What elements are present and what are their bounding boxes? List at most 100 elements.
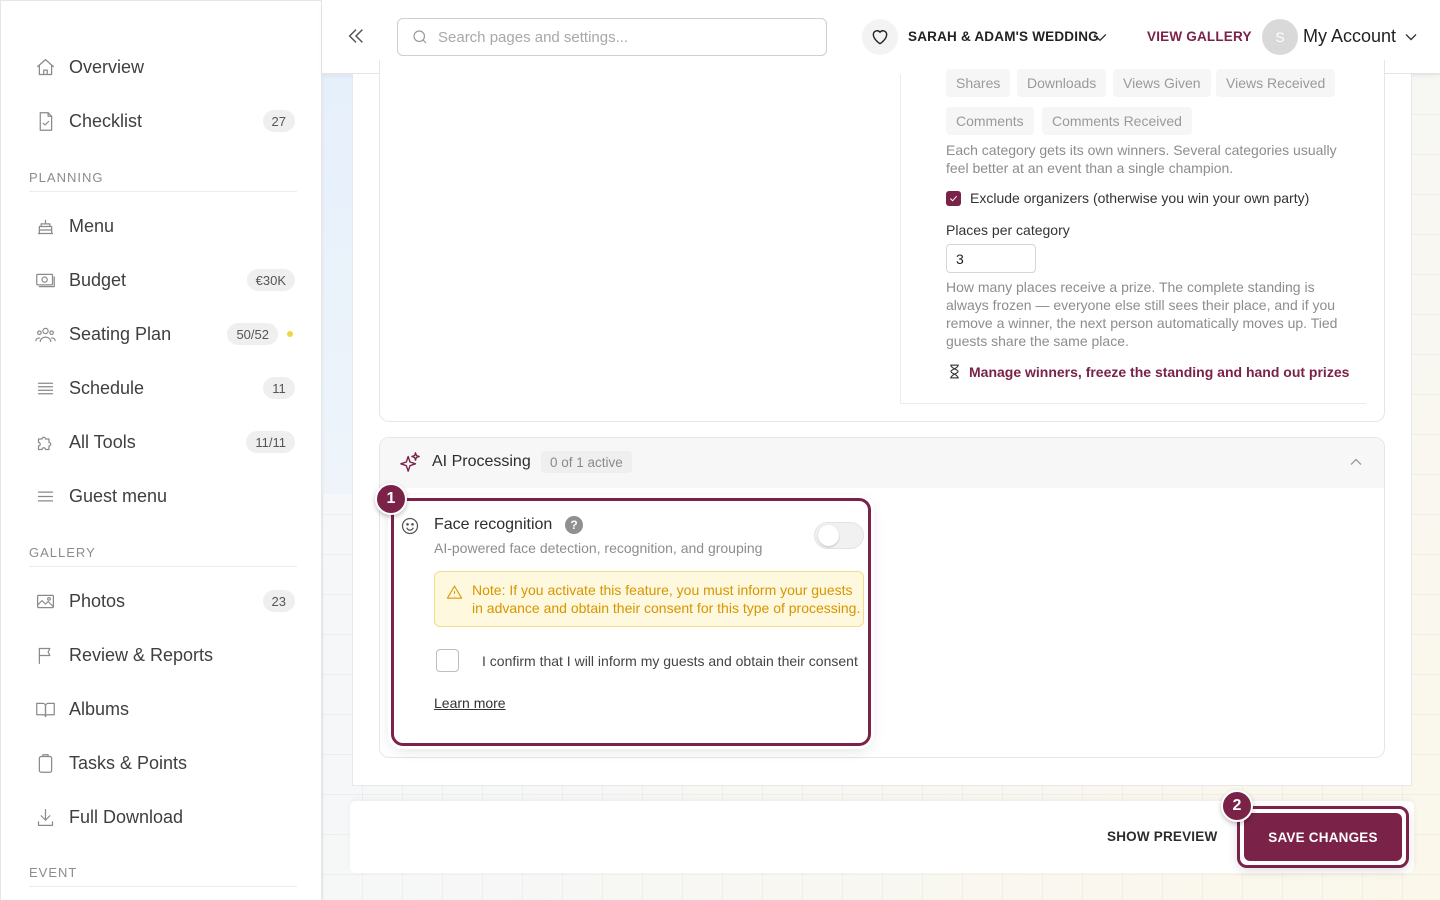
search-box[interactable] bbox=[397, 18, 827, 56]
view-gallery-link[interactable]: VIEW GALLERY bbox=[1147, 29, 1252, 44]
collapse-sidebar-button[interactable] bbox=[344, 24, 368, 48]
count-badge: 23 bbox=[262, 590, 295, 612]
warning-text: Note: If you activate this feature, you … bbox=[472, 582, 861, 616]
search-input[interactable] bbox=[438, 28, 818, 46]
category-chip[interactable]: Shares bbox=[946, 69, 1011, 97]
checklist-icon bbox=[34, 110, 56, 132]
people-icon bbox=[34, 323, 56, 345]
heart-icon bbox=[872, 30, 888, 45]
avatar[interactable]: S bbox=[1262, 19, 1298, 55]
sidebar-item-guest-menu[interactable]: Guest menu bbox=[29, 476, 295, 516]
sidebar-item-budget[interactable]: Budget €30K bbox=[29, 260, 295, 300]
flag-icon bbox=[34, 644, 56, 666]
checkmark-icon bbox=[949, 195, 958, 202]
consent-checkbox[interactable] bbox=[436, 649, 459, 672]
section-label-event: EVENT bbox=[29, 865, 297, 887]
category-chip[interactable]: Downloads bbox=[1017, 69, 1107, 97]
face-recognition-title: Face recognition bbox=[434, 516, 553, 533]
chevron-down-icon[interactable] bbox=[1401, 27, 1421, 47]
save-changes-button[interactable]: SAVE CHANGES bbox=[1244, 813, 1402, 861]
category-chip[interactable]: Views Given bbox=[1113, 69, 1211, 97]
puzzle-icon bbox=[34, 431, 56, 453]
download-icon bbox=[34, 806, 56, 828]
sidebar-item-overview[interactable]: Overview bbox=[29, 47, 295, 87]
money-icon bbox=[34, 269, 56, 291]
sidebar-item-checklist[interactable]: Checklist 27 bbox=[29, 101, 295, 141]
consent-label: I confirm that I will inform my guests a… bbox=[482, 652, 858, 669]
search-icon bbox=[413, 30, 427, 44]
sidebar-item-label: All Tools bbox=[69, 431, 136, 452]
count-badge: 11 bbox=[263, 377, 295, 399]
exclude-organizers-checkbox[interactable]: Exclude organizers (otherwise you win yo… bbox=[946, 190, 1309, 206]
categories-help-text: Each category gets its own winners. Seve… bbox=[946, 142, 1337, 176]
sidebar-item-full-download[interactable]: Full Download bbox=[29, 797, 295, 837]
sidebar: Overview Checklist 27 PLANNING Menu Budg… bbox=[0, 0, 322, 900]
sidebar-item-label: Full Download bbox=[69, 806, 184, 827]
sidebar-item-label: Tasks & Points bbox=[69, 752, 188, 773]
active-count-badge: 0 of 1 active bbox=[541, 451, 632, 473]
count-badge: 11/11 bbox=[246, 431, 295, 453]
help-icon[interactable]: ? bbox=[565, 516, 583, 534]
status-dot bbox=[287, 331, 293, 337]
sidebar-item-label: Photos bbox=[69, 590, 126, 611]
ai-processing-title: AI Processing bbox=[432, 453, 531, 470]
sidebar-item-seating-plan[interactable]: Seating Plan 50/52 bbox=[29, 314, 295, 354]
sidebar-item-all-tools[interactable]: All Tools 11/11 bbox=[29, 422, 295, 462]
image-icon bbox=[34, 590, 56, 612]
exclude-organizers-label: Exclude organizers (otherwise you win yo… bbox=[970, 190, 1310, 206]
sidebar-item-label: Budget bbox=[69, 269, 127, 290]
event-selector[interactable]: SARAH & ADAM'S WEDDING bbox=[908, 29, 1099, 44]
count-badge: €30K bbox=[246, 269, 295, 291]
double-chevron-left-icon bbox=[348, 29, 363, 43]
home-icon bbox=[34, 56, 56, 78]
sidebar-item-review-reports[interactable]: Review & Reports bbox=[29, 635, 295, 675]
smiley-icon bbox=[400, 516, 420, 536]
sidebar-item-schedule[interactable]: Schedule 11 bbox=[29, 368, 295, 408]
face-recognition-subtitle: AI-powered face detection, recognition, … bbox=[434, 540, 763, 556]
count-badge: 50/52 bbox=[227, 323, 278, 345]
manage-winners-label: Manage winners, freeze the standing and … bbox=[969, 363, 1350, 380]
toggle-knob bbox=[818, 525, 839, 546]
sidebar-item-label: Guest menu bbox=[69, 485, 168, 506]
section-label-planning: PLANNING bbox=[29, 170, 297, 192]
warning-icon bbox=[446, 585, 463, 599]
step-badge-1: 1 bbox=[375, 483, 407, 515]
sidebar-item-label: Albums bbox=[69, 698, 130, 719]
sidebar-item-label: Checklist bbox=[69, 110, 143, 131]
sidebar-item-label: Review & Reports bbox=[69, 644, 214, 665]
face-recognition-toggle[interactable] bbox=[814, 522, 864, 549]
consent-checkbox-row[interactable]: I confirm that I will inform my guests a… bbox=[436, 649, 858, 672]
sidebar-item-label: Menu bbox=[69, 215, 115, 236]
sidebar-item-label: Overview bbox=[69, 56, 145, 77]
manage-winners-link[interactable]: Manage winners, freeze the standing and … bbox=[946, 363, 1349, 380]
sidebar-item-photos[interactable]: Photos 23 bbox=[29, 581, 295, 621]
learn-more-link[interactable]: Learn more bbox=[434, 695, 506, 711]
category-chip[interactable]: Comments bbox=[946, 107, 1034, 135]
clipboard-icon bbox=[34, 752, 56, 774]
sidebar-item-menu[interactable]: Menu bbox=[29, 206, 295, 246]
account-menu[interactable]: My Account bbox=[1303, 26, 1396, 47]
section-label-gallery: GALLERY bbox=[29, 545, 297, 567]
category-chip[interactable]: Views Received bbox=[1216, 69, 1336, 97]
book-icon bbox=[34, 698, 56, 720]
sidebar-item-tasks-points[interactable]: Tasks & Points bbox=[29, 743, 295, 783]
show-preview-button[interactable]: SHOW PREVIEW bbox=[1107, 829, 1217, 844]
count-badge: 27 bbox=[262, 110, 295, 132]
sidebar-item-label: Seating Plan bbox=[69, 323, 172, 344]
chevron-down-icon[interactable] bbox=[1090, 27, 1110, 47]
sidebar-item-albums[interactable]: Albums bbox=[29, 689, 295, 729]
event-heart[interactable] bbox=[862, 19, 898, 55]
places-label: Places per category bbox=[946, 222, 1070, 238]
step-badge-2: 2 bbox=[1221, 790, 1253, 822]
list-icon bbox=[34, 377, 56, 399]
hourglass-icon bbox=[950, 364, 959, 379]
category-chip[interactable]: Comments Received bbox=[1042, 107, 1192, 135]
hamburger-icon bbox=[34, 485, 56, 507]
places-input[interactable] bbox=[946, 244, 1036, 273]
checkbox-checked[interactable] bbox=[946, 190, 961, 206]
cake-icon bbox=[34, 215, 56, 237]
chevron-up-icon[interactable] bbox=[1346, 452, 1366, 472]
sidebar-item-label: Schedule bbox=[69, 377, 145, 398]
consent-warning: Note: If you activate this feature, you … bbox=[434, 571, 864, 627]
sparkles-icon bbox=[399, 451, 421, 473]
